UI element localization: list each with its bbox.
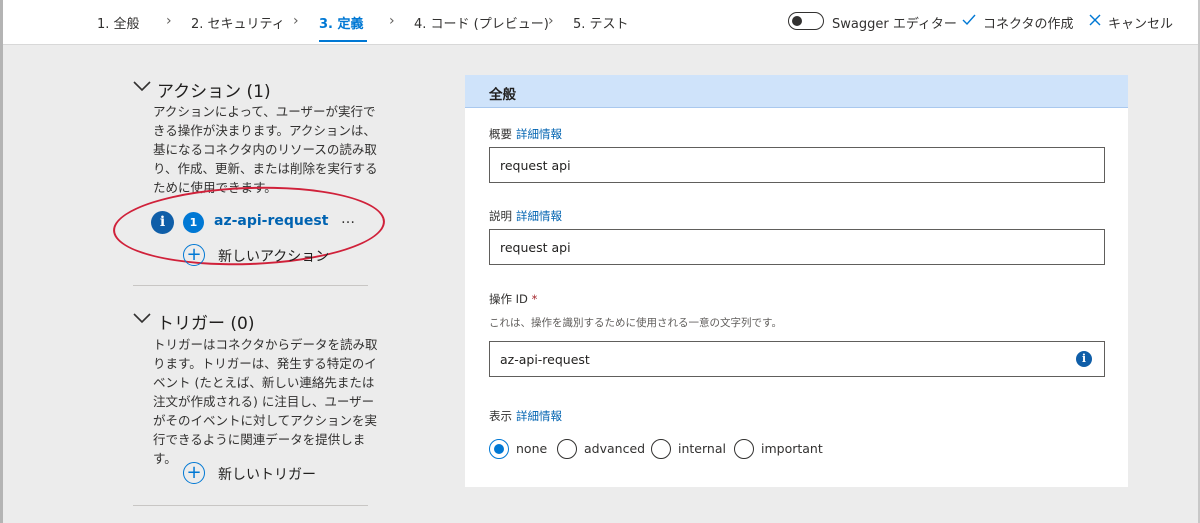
- radio-label: advanced: [584, 441, 646, 456]
- chevron-right-icon: ›: [166, 13, 172, 29]
- summary-input[interactable]: request api: [489, 147, 1105, 183]
- step-general[interactable]: 1. 全般: [97, 13, 140, 32]
- step-definition[interactable]: 3. 定義: [319, 13, 364, 32]
- chevron-right-icon: ›: [293, 13, 299, 29]
- swagger-editor-toggle[interactable]: [788, 12, 824, 30]
- info-icon[interactable]: i: [1076, 351, 1092, 367]
- step-test[interactable]: 5. テスト: [573, 13, 629, 32]
- radio-unselected[interactable]: [651, 439, 671, 459]
- radio-unselected[interactable]: [734, 439, 754, 459]
- chevron-right-icon: ›: [389, 13, 395, 29]
- operation-id-label: 操作 ID *: [489, 292, 538, 306]
- panel-title: 全般: [489, 87, 516, 103]
- operation-id-help: これは、操作を識別するために使用される一意の文字列です。: [489, 317, 782, 329]
- description-value: request api: [500, 240, 571, 255]
- swagger-editor-label: Swagger エディター: [832, 17, 957, 32]
- summary-learn-more-link[interactable]: 詳細情報: [516, 127, 562, 141]
- operation-id-value: az-api-request: [500, 352, 590, 367]
- new-trigger-button[interactable]: 新しいトリガー: [218, 464, 316, 484]
- triggers-section-title: トリガー (0): [157, 314, 255, 334]
- chevron-down-icon[interactable]: [133, 312, 151, 324]
- chevron-right-icon: ›: [548, 13, 554, 29]
- close-icon: [1089, 14, 1101, 26]
- actions-description: アクションによって、ユーザーが実行できる操作が決まります。アクションは、基になる…: [153, 104, 378, 195]
- operation-id-input[interactable]: az-api-request i: [489, 341, 1105, 377]
- window-left-edge: [0, 0, 3, 523]
- step-security[interactable]: 2. セキュリティ: [191, 13, 285, 32]
- wizard-stepper-bar: 1. 全般 › 2. セキュリティ › 3. 定義 › 4. コード (プレビュ…: [3, 0, 1198, 45]
- visibility-learn-more-link[interactable]: 詳細情報: [516, 409, 562, 423]
- section-divider: [133, 285, 368, 286]
- section-divider: [133, 505, 368, 506]
- summary-label: 概要 詳細情報: [489, 127, 562, 141]
- active-step-indicator: [319, 40, 367, 42]
- checkmark-icon: [962, 14, 976, 26]
- description-input[interactable]: request api: [489, 229, 1105, 265]
- cancel-button[interactable]: キャンセル: [1108, 13, 1173, 32]
- summary-value: request api: [500, 158, 571, 173]
- description-learn-more-link[interactable]: 詳細情報: [516, 209, 562, 223]
- toggle-knob: [792, 16, 802, 26]
- radio-unselected[interactable]: [557, 439, 577, 459]
- new-action-button[interactable]: 新しいアクション: [218, 246, 329, 266]
- required-marker: *: [531, 292, 538, 306]
- radio-label: none: [516, 441, 548, 456]
- chevron-down-icon[interactable]: [133, 80, 151, 92]
- triggers-description: トリガーはコネクタからデータを読み取ります。トリガーは、発生する特定のイベント …: [153, 337, 378, 466]
- description-label: 説明 詳細情報: [489, 209, 562, 223]
- panel-header: 全般: [465, 75, 1128, 108]
- radio-selected[interactable]: [489, 439, 509, 459]
- radio-label: internal: [678, 441, 726, 456]
- create-connector-button[interactable]: コネクタの作成: [983, 13, 1073, 32]
- general-panel: 全般 概要 詳細情報 request api 説明 詳細情報 request api…: [465, 75, 1128, 487]
- plus-circle-icon[interactable]: +: [183, 244, 205, 266]
- radio-label: important: [761, 441, 823, 456]
- step-code-preview[interactable]: 4. コード (プレビュー): [414, 13, 549, 32]
- visibility-label: 表示 詳細情報: [489, 409, 562, 423]
- actions-section-title: アクション (1): [157, 82, 271, 102]
- plus-circle-icon[interactable]: +: [183, 462, 205, 484]
